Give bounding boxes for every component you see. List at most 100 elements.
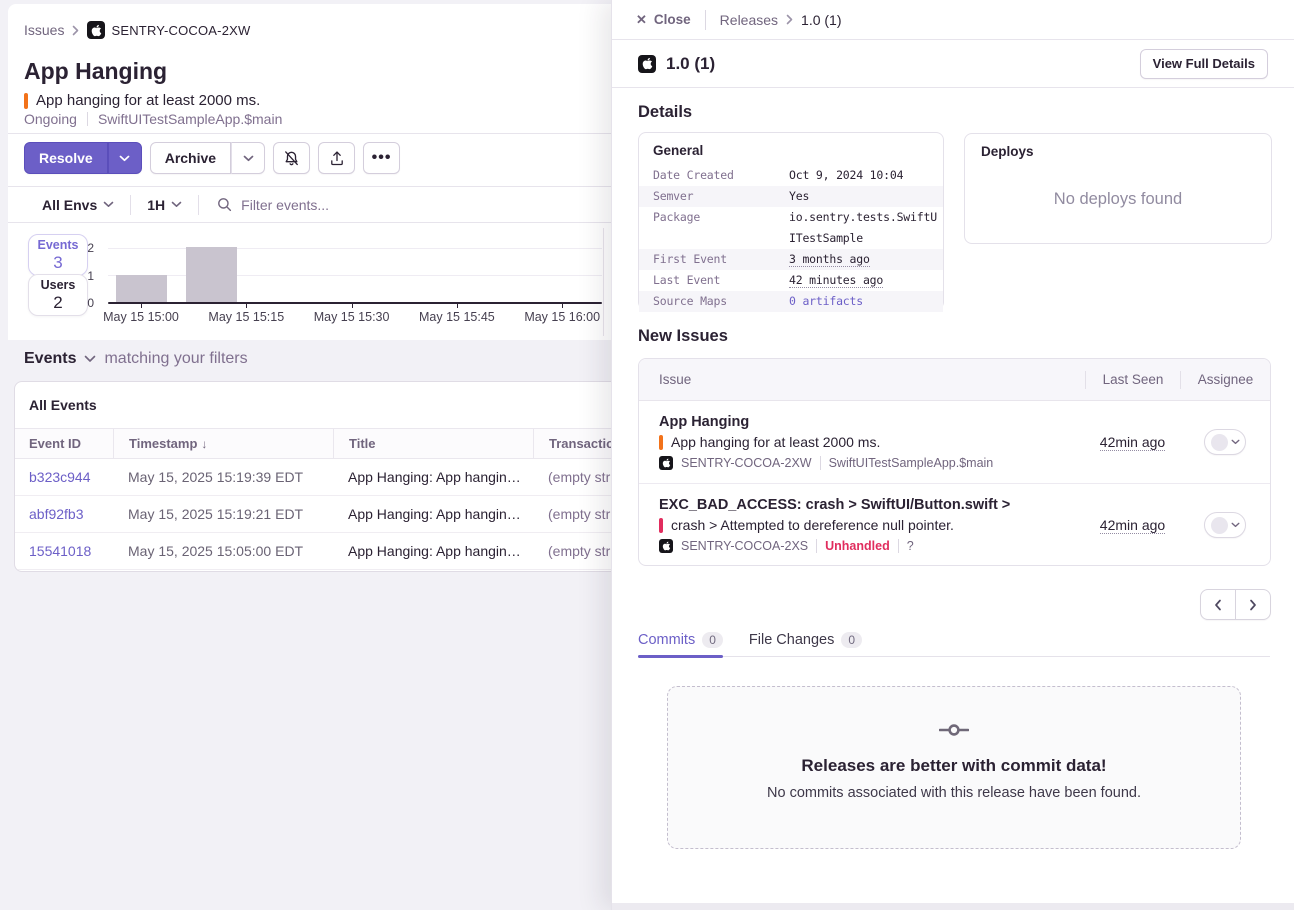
tab-file-changes[interactable]: File Changes 0 xyxy=(749,624,862,656)
chart-bar xyxy=(186,247,237,302)
tab-commits[interactable]: Commits 0 xyxy=(638,624,723,656)
event-title: App Hanging: App hangin… xyxy=(333,496,533,532)
issue-project-slug: SENTRY-COCOA-2XW xyxy=(681,456,812,470)
ellipsis-icon: ••• xyxy=(372,149,392,167)
file-changes-count-badge: 0 xyxy=(841,632,862,648)
kv-row-semver: Semver Yes xyxy=(639,186,943,207)
kv-row-first-event: First Event 3 months ago xyxy=(639,249,943,270)
issue-message: App hanging for at least 2000 ms. xyxy=(36,92,260,109)
apple-platform-icon xyxy=(659,539,673,553)
chevron-down-icon xyxy=(103,201,114,208)
archive-split-button: Archive xyxy=(150,142,265,174)
new-issues-table: Issue Last Seen Assignee App Hanging App… xyxy=(638,358,1271,566)
view-full-details-button[interactable]: View Full Details xyxy=(1140,49,1268,79)
column-event-id[interactable]: Event ID xyxy=(15,436,113,451)
filter-events-input[interactable] xyxy=(241,197,541,213)
event-id-link[interactable]: b323c944 xyxy=(29,469,91,485)
deploys-panel-title: Deploys xyxy=(965,134,1271,159)
chart-x-axis: May 15 15:00May 15 15:15May 15 15:30May … xyxy=(108,310,608,326)
column-timestamp[interactable]: Timestamp ↓ xyxy=(113,429,333,458)
resolve-dropdown-button[interactable] xyxy=(108,142,142,174)
close-label: Close xyxy=(654,12,691,27)
source-maps-link[interactable]: 0 artifacts xyxy=(789,294,863,308)
column-title[interactable]: Title xyxy=(333,429,533,458)
event-id-link[interactable]: abf92fb3 xyxy=(29,506,84,522)
issue-message-row: App hanging for at least 2000 ms. xyxy=(24,92,260,109)
resolve-button[interactable]: Resolve xyxy=(24,142,108,174)
breadcrumb-releases-link[interactable]: Releases xyxy=(720,12,778,28)
kv-row-package: Package io.sentry.tests.SwiftUITestSampl… xyxy=(639,207,943,249)
last-event-value: 42 minutes ago xyxy=(789,273,883,288)
drawer-close-button[interactable]: ✕ Close xyxy=(636,12,691,28)
users-stat-label: Users xyxy=(41,278,76,292)
column-issue: Issue xyxy=(639,372,1085,387)
first-event-value: 3 months ago xyxy=(789,252,870,267)
release-drawer: ✕ Close Releases 1.0 (1) 1.0 (1) View Fu… xyxy=(611,0,1294,910)
y-axis-tick-label: 0 xyxy=(87,296,94,310)
y-axis-tick-label: 2 xyxy=(87,241,94,255)
sentry-issue-details-page: Issues SENTRY-COCOA-2XW App Hanging App … xyxy=(0,0,1294,910)
error-level-indicator xyxy=(659,435,663,450)
upload-icon xyxy=(329,150,345,167)
issue-meta-row: Ongoing SwiftUITestSampleApp.$main xyxy=(24,111,282,127)
page-title: App Hanging xyxy=(24,58,167,85)
breadcrumb-project[interactable]: SENTRY-COCOA-2XW xyxy=(87,21,250,39)
kv-row-last-event: Last Event 42 minutes ago xyxy=(639,270,943,291)
x-axis-tickmark xyxy=(457,304,458,308)
date-range-selector[interactable]: 1H xyxy=(131,197,198,213)
horizontal-scrollbar-track[interactable] xyxy=(612,903,1294,910)
breadcrumb-issues-link[interactable]: Issues xyxy=(24,22,64,38)
last-seen-value: 42min ago xyxy=(1100,434,1165,451)
column-last-seen: Last Seen xyxy=(1085,371,1180,389)
commits-count-badge: 0 xyxy=(702,632,723,648)
environment-selector[interactable]: All Envs xyxy=(8,197,130,213)
resolve-split-button: Resolve xyxy=(24,142,142,174)
kv-row-date-created: Date Created Oct 9, 2024 10:04 xyxy=(639,165,943,186)
breadcrumb-project-label: SENTRY-COCOA-2XW xyxy=(111,23,250,38)
column-assignee: Assignee xyxy=(1180,371,1270,389)
share-button[interactable] xyxy=(318,142,355,174)
archive-dropdown-button[interactable] xyxy=(231,142,265,174)
previous-page-button[interactable] xyxy=(1201,590,1236,619)
assignee-dropdown[interactable] xyxy=(1204,429,1246,455)
error-level-indicator xyxy=(659,518,663,533)
events-section-title[interactable]: Events xyxy=(24,350,76,368)
error-level-indicator xyxy=(24,93,28,109)
divider xyxy=(87,112,88,126)
event-title: App Hanging: App hangin… xyxy=(333,459,533,495)
issue-project-slug: SENTRY-COCOA-2XS xyxy=(681,539,808,553)
chevron-down-icon xyxy=(171,201,182,208)
events-stat-value: 3 xyxy=(53,253,62,273)
more-actions-button[interactable]: ••• xyxy=(363,142,400,174)
event-timestamp: May 15, 2025 15:19:21 EDT xyxy=(113,496,333,532)
archive-button[interactable]: Archive xyxy=(150,142,231,174)
search-icon xyxy=(217,197,232,212)
new-issue-row[interactable]: EXC_BAD_ACCESS: crash > SwiftUI/Button.s… xyxy=(639,484,1270,566)
new-issues-pagination xyxy=(1200,589,1271,620)
new-issues-table-header: Issue Last Seen Assignee xyxy=(639,359,1270,401)
x-axis-tickmark xyxy=(246,304,247,308)
event-id-link[interactable]: 15541018 xyxy=(29,543,91,559)
release-header: 1.0 (1) View Full Details xyxy=(612,40,1294,88)
chevron-down-icon[interactable] xyxy=(84,355,96,363)
general-panel: General Date Created Oct 9, 2024 10:04 S… xyxy=(638,132,944,310)
new-issue-row[interactable]: App Hanging App hanging for at least 200… xyxy=(639,401,1270,484)
x-axis-tickmark xyxy=(352,304,353,308)
next-page-button[interactable] xyxy=(1236,590,1270,619)
gridline xyxy=(108,275,602,276)
issue-title-link[interactable]: EXC_BAD_ACCESS: crash > SwiftUI/Button.s… xyxy=(659,497,1085,513)
issue-message: crash > Attempted to dereference null po… xyxy=(671,517,954,533)
commits-empty-subtitle: No commits associated with this release … xyxy=(668,785,1240,801)
apple-platform-icon xyxy=(87,21,105,39)
issue-culprit: SwiftUITestSampleApp.$main xyxy=(98,111,282,127)
chevron-down-icon xyxy=(1231,522,1240,528)
chevron-down-icon xyxy=(243,155,254,162)
issue-title-link[interactable]: App Hanging xyxy=(659,414,1085,430)
users-stat-value: 2 xyxy=(53,293,62,313)
assignee-dropdown[interactable] xyxy=(1204,512,1246,538)
event-title: App Hanging: App hangin… xyxy=(333,533,533,569)
mute-button[interactable] xyxy=(273,142,310,174)
x-axis-tick-label: May 15 15:15 xyxy=(191,310,301,324)
breadcrumb-release-current: 1.0 (1) xyxy=(801,12,841,28)
avatar xyxy=(1211,434,1228,451)
